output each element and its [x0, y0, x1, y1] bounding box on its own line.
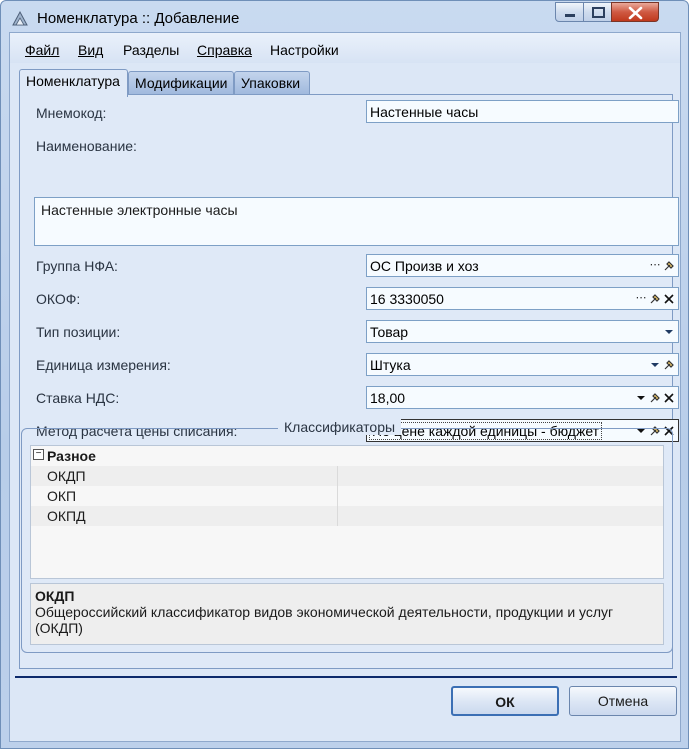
menu-view[interactable]: Вид — [78, 42, 103, 58]
menu-settings[interactable]: Настройки — [270, 42, 339, 58]
pin-icon[interactable] — [648, 390, 662, 405]
tab-packages[interactable]: Упаковки — [234, 71, 310, 95]
position-type-select[interactable]: Товар — [366, 320, 679, 343]
unit-label: Единица измерения: — [36, 357, 171, 373]
app-icon — [10, 9, 30, 29]
category-row[interactable]: − Разное — [31, 446, 663, 466]
minimize-icon — [565, 14, 575, 17]
position-type-label: Тип позиции: — [36, 324, 121, 340]
vat-label: Ставка НДС: — [36, 390, 120, 406]
pin-icon[interactable] — [648, 291, 662, 306]
client-area: Файл Вид Разделы Справка Настройки Номен… — [9, 32, 681, 742]
nfa-group-field[interactable]: ОС Произв и хоз ⋯ — [366, 254, 679, 277]
mnemocode-input[interactable]: Настенные часы — [366, 100, 679, 123]
tab-modifications[interactable]: Модификации — [128, 71, 234, 95]
classifier-name: ОКПД — [47, 508, 86, 524]
pin-icon[interactable] — [662, 357, 676, 372]
vat-select[interactable]: 18,00 — [366, 386, 679, 409]
clear-icon[interactable] — [662, 390, 676, 405]
ok-button[interactable]: ОК — [451, 686, 559, 716]
description-title: ОКДП — [35, 588, 75, 604]
ellipsis-icon[interactable]: ⋯ — [648, 258, 662, 273]
dropdown-arrow-icon[interactable] — [662, 324, 676, 339]
nfa-group-label: Группа НФА: — [36, 258, 118, 274]
cancel-button[interactable]: Отмена — [569, 686, 677, 716]
pin-icon[interactable] — [662, 258, 676, 273]
description-text: Общероссийский классификатор видов эконо… — [35, 604, 614, 636]
window-title: Номенклатура :: Добавление — [37, 10, 240, 27]
name-textarea[interactable]: Настенные электронные часы — [34, 197, 679, 246]
maximize-button[interactable] — [583, 2, 612, 22]
mnemocode-label: Мнемокод: — [36, 105, 107, 121]
table-row[interactable]: ОКПД — [31, 506, 663, 526]
menu-file[interactable]: Файл — [25, 42, 59, 58]
clear-icon[interactable] — [662, 291, 676, 306]
menu-sections[interactable]: Разделы — [123, 42, 179, 58]
menu-help[interactable]: Справка — [197, 42, 252, 58]
dropdown-arrow-icon[interactable] — [648, 357, 662, 372]
dropdown-arrow-icon[interactable] — [634, 390, 648, 405]
close-button[interactable] — [611, 2, 659, 22]
table-row[interactable]: ОКДП — [31, 466, 663, 486]
name-label: Наименование: — [36, 138, 137, 154]
classifiers-group: Классификаторы − Разное ОКДП ОКП ОКПД ОК… — [21, 419, 673, 653]
classifier-name: ОКП — [47, 488, 77, 504]
column-divider — [337, 506, 338, 526]
minimize-button[interactable] — [555, 2, 584, 22]
ellipsis-icon[interactable]: ⋯ — [634, 291, 648, 306]
classifier-name: ОКДП — [47, 468, 86, 484]
classifiers-title: Классификаторы — [278, 419, 402, 435]
close-icon — [628, 6, 643, 20]
maximize-icon — [592, 7, 605, 18]
classifiers-grid: − Разное ОКДП ОКП ОКПД — [30, 445, 664, 579]
tab-nomenclature[interactable]: Номенклатура — [19, 69, 128, 97]
collapse-icon[interactable]: − — [33, 449, 44, 460]
dialog-window: Номенклатура :: Добавление Файл Вид Разд… — [0, 0, 689, 749]
classifier-description: ОКДП Общероссийский классификатор видов … — [30, 583, 664, 645]
unit-select[interactable]: Штука — [366, 353, 679, 376]
okof-field[interactable]: 16 3330050 ⋯ — [366, 287, 679, 310]
column-divider — [337, 486, 338, 506]
column-divider — [337, 466, 338, 486]
table-row[interactable]: ОКП — [31, 486, 663, 506]
category-name: Разное — [47, 448, 96, 464]
footer-divider — [15, 676, 677, 678]
menu-bar: Файл Вид Разделы Справка Настройки — [10, 33, 680, 63]
okof-label: ОКОФ: — [36, 291, 81, 307]
